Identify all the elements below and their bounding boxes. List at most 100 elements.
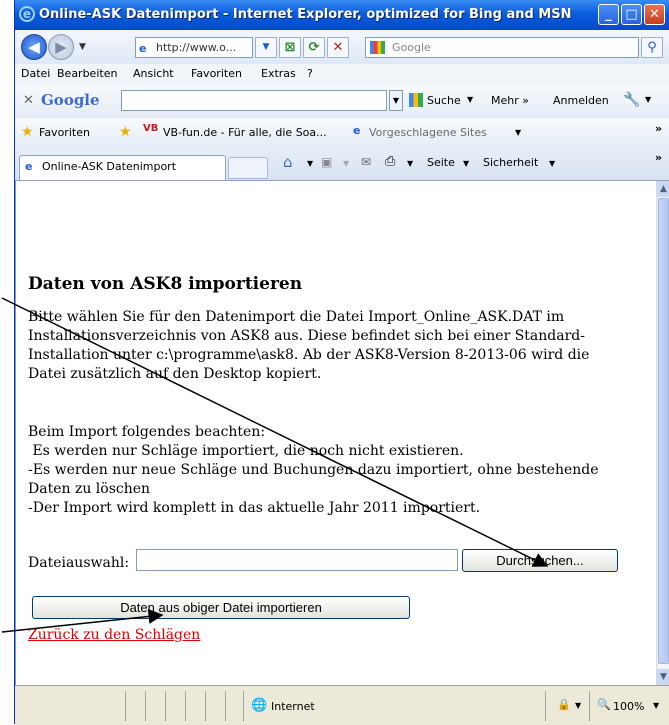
home-icon[interactable]: ⌂ xyxy=(283,153,293,171)
menu-file[interactable]: Datei xyxy=(21,67,50,80)
status-divider xyxy=(545,691,546,721)
address-dropdown-button[interactable]: ▼ xyxy=(255,37,277,58)
notes-line-5: -Der Import wird komplett in das aktuell… xyxy=(28,500,481,516)
compatibility-view-icon[interactable]: ⊠ xyxy=(279,37,301,58)
vertical-scrollbar[interactable]: ▲ ▼ xyxy=(656,181,669,685)
safety-menu-dropdown-icon[interactable]: ▼ xyxy=(549,159,555,168)
ie-logo-icon: e xyxy=(19,6,35,22)
google-search-dropdown[interactable]: ▼ xyxy=(389,90,403,111)
tab-label: Online-ASK Datenimport xyxy=(42,160,177,173)
favorites-button[interactable]: Favoriten xyxy=(39,126,90,139)
status-bar: 🌐 Internet 🔒 ▼ 🔍 100% ▼ xyxy=(15,685,669,725)
status-divider xyxy=(125,691,126,721)
signin-button[interactable]: Anmelden xyxy=(553,94,609,107)
status-divider xyxy=(205,691,206,721)
globe-icon: 🌐 xyxy=(251,698,268,713)
address-text: http://www.o... xyxy=(156,41,237,54)
status-divider xyxy=(589,691,590,721)
search-box[interactable]: Google xyxy=(365,37,639,58)
mail-icon[interactable]: ✉ xyxy=(361,155,371,169)
zoom-icon[interactable]: 🔍 xyxy=(597,698,611,711)
file-select-label: Dateiauswahl: xyxy=(28,555,130,571)
tab-ie-icon: e xyxy=(25,160,33,173)
home-dropdown-icon[interactable]: ▼ xyxy=(307,159,313,168)
commandbar-overflow-icon[interactable]: » xyxy=(655,151,662,164)
ie-icon: e xyxy=(353,124,361,137)
status-divider xyxy=(185,691,186,721)
page-menu-dropdown-icon[interactable]: ▼ xyxy=(463,159,469,168)
scroll-up-arrow-icon[interactable]: ▲ xyxy=(657,181,669,197)
import-button[interactable]: Daten aus obiger Datei importieren xyxy=(32,596,410,619)
wrench-icon[interactable]: 🔧 xyxy=(623,92,640,108)
favorites-bar: ★ Favoriten ★ VB VB-fun.de - Für alle, d… xyxy=(15,118,669,148)
zoom-dropdown-icon[interactable]: ▼ xyxy=(653,701,659,710)
print-dropdown-icon[interactable]: ▼ xyxy=(407,159,413,168)
google-logo: Google xyxy=(41,91,100,109)
page-title: Daten von ASK8 importieren xyxy=(28,274,303,294)
title-bar: e Online-ASK Datenimport - Internet Expl… xyxy=(15,0,669,30)
maximize-button[interactable]: □ xyxy=(621,4,642,25)
favorites-overflow-icon[interactable]: » xyxy=(655,122,662,135)
google-icon xyxy=(370,41,385,54)
close-toolbar-icon[interactable]: ✕ xyxy=(23,93,34,108)
favorite-suggested-sites[interactable]: Vorgeschlagene Sites xyxy=(369,126,487,139)
status-divider xyxy=(243,691,244,721)
address-bar[interactable]: e http://www.o... xyxy=(135,37,253,58)
protected-mode-icon[interactable]: 🔒 xyxy=(557,698,571,711)
protected-mode-dropdown-icon[interactable]: ▼ xyxy=(575,701,581,710)
scroll-down-arrow-icon[interactable]: ▼ xyxy=(657,669,669,685)
forward-button[interactable]: ▶ xyxy=(48,34,74,60)
menu-edit[interactable]: Bearbeiten xyxy=(57,67,117,80)
search-icon[interactable]: ⚲ xyxy=(641,37,663,58)
google-search-icon xyxy=(409,93,423,107)
file-path-input[interactable] xyxy=(136,549,458,571)
search-options-dropdown-icon[interactable]: ▼ xyxy=(467,95,473,104)
tab-online-ask[interactable]: e Online-ASK Datenimport xyxy=(19,155,226,180)
add-favorite-icon[interactable]: ★ xyxy=(119,124,132,140)
status-divider xyxy=(145,691,146,721)
notes-line-4: Daten zu löschen xyxy=(28,481,151,497)
minimize-button[interactable]: _ xyxy=(598,4,619,25)
browser-window: e Online-ASK Datenimport - Internet Expl… xyxy=(14,0,669,725)
suggested-sites-dropdown-icon[interactable]: ▼ xyxy=(515,128,521,137)
vbfun-icon: VB xyxy=(143,123,159,134)
page-icon: e xyxy=(139,42,147,55)
new-tab-button[interactable] xyxy=(228,157,268,179)
tab-bar: e Online-ASK Datenimport ⌂ ▼ ▣ ▼ ✉ ⎙ ▼ S… xyxy=(15,147,669,181)
star-icon: ★ xyxy=(21,124,34,140)
print-icon[interactable]: ⎙ xyxy=(385,154,395,169)
back-to-fields-link[interactable]: Zurück zu den Schlägen xyxy=(28,627,200,643)
page-menu[interactable]: Seite xyxy=(427,156,455,169)
navigation-bar: ◀ ▶ ▼ e http://www.o... ▼ ⊠ ⟳ ✕ Google ⚲ xyxy=(15,30,669,65)
zoom-level[interactable]: 100% xyxy=(613,700,644,713)
intro-line-2: Installationsverzeichnis von ASK8 aus. D… xyxy=(28,328,585,344)
status-divider xyxy=(165,691,166,721)
safety-menu[interactable]: Sicherheit xyxy=(483,156,538,169)
notes-line-3: -Es werden nur neue Schläge und Buchunge… xyxy=(28,462,599,478)
feeds-dropdown-icon[interactable]: ▼ xyxy=(343,159,349,168)
history-dropdown-icon[interactable]: ▼ xyxy=(79,42,86,52)
refresh-icon[interactable]: ⟳ xyxy=(303,37,325,58)
favorite-vbfun[interactable]: VB-fun.de - Für alle, die Soa... xyxy=(163,126,327,139)
menu-view[interactable]: Ansicht xyxy=(133,67,174,80)
menu-bar: Datei Bearbeiten Ansicht Favoriten Extra… xyxy=(15,64,669,85)
settings-dropdown-icon[interactable]: ▼ xyxy=(645,95,651,104)
google-toolbar: ✕ Google ▼ Suche ▼ Mehr » Anmelden 🔧 ▼ xyxy=(15,84,669,119)
window-title: Online-ASK Datenimport - Internet Explor… xyxy=(39,7,572,22)
google-search-input[interactable] xyxy=(121,90,387,111)
close-button[interactable]: ✕ xyxy=(644,4,665,25)
notes-line-2: Es werden nur Schläge importiert, die no… xyxy=(28,443,464,459)
zone-label: Internet xyxy=(271,700,315,713)
scroll-thumb[interactable] xyxy=(658,198,669,664)
back-button[interactable]: ◀ xyxy=(21,34,47,60)
menu-help[interactable]: ? xyxy=(307,67,313,80)
menu-tools[interactable]: Extras xyxy=(261,67,296,80)
browse-button[interactable]: Durchsuchen... xyxy=(462,549,618,572)
more-button[interactable]: Mehr » xyxy=(491,94,529,107)
google-search-button[interactable]: Suche xyxy=(427,94,461,107)
menu-favorites[interactable]: Favoriten xyxy=(191,67,242,80)
feeds-icon[interactable]: ▣ xyxy=(321,155,332,169)
stop-icon[interactable]: ✕ xyxy=(327,37,349,58)
page-content: Daten von ASK8 importieren Bitte wählen … xyxy=(15,181,656,685)
status-divider xyxy=(225,691,226,721)
